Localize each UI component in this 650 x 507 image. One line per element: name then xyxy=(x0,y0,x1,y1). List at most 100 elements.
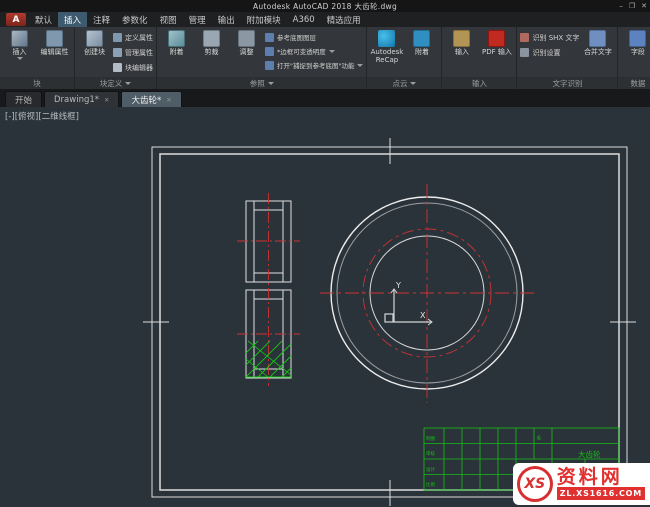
adjust-button[interactable]: 调整 xyxy=(230,29,263,56)
combine-text-button[interactable]: 合并文字 xyxy=(581,29,614,56)
pdf-import-button[interactable]: PDF 输入 xyxy=(480,29,513,56)
watermark-logo-icon: XS xyxy=(516,466,553,502)
panel-label-blockdef-text: 块定义 xyxy=(99,78,123,88)
file-tab-dachilun[interactable]: 大齿轮* ✕ xyxy=(121,91,182,107)
import-button[interactable]: 输入 xyxy=(445,29,478,56)
clip-icon xyxy=(203,30,220,47)
pdf-import-label: PDF 输入 xyxy=(482,48,512,56)
panel-label-reference-text: 参照 xyxy=(249,78,265,88)
underlay-layers-icon xyxy=(265,32,274,42)
panel-label-pointcloud-text: 点云 xyxy=(392,78,408,88)
block-editor-button[interactable]: 块编辑器 xyxy=(113,61,153,74)
window-controls: – ❐ ✕ xyxy=(619,1,647,11)
recognition-settings-button[interactable]: 识别设置 xyxy=(520,46,579,59)
minimize-button[interactable]: – xyxy=(619,1,623,11)
tab-addins[interactable]: 附加模块 xyxy=(241,12,287,27)
create-block-button[interactable]: 创建块 xyxy=(78,29,111,56)
chevron-down-icon xyxy=(16,57,23,61)
create-block-icon xyxy=(86,30,103,47)
close-icon[interactable]: ✕ xyxy=(104,96,109,104)
underlay-layers-button[interactable]: 参考底图图层 xyxy=(265,31,363,43)
file-tab-dachilun-label: 大齿轮* xyxy=(131,95,162,106)
watermark-site-url: ZL.XS1616.COM xyxy=(556,487,645,501)
panel-label-block-definition[interactable]: 块定义 xyxy=(75,77,156,89)
front-centerlines xyxy=(320,184,535,403)
viewport-controls[interactable]: [-][俯视][二维线框] xyxy=(5,110,79,122)
ribbon-panel-import: 输入 PDF 输入 输入 xyxy=(442,27,518,89)
reference-small-buttons: 参考底图图层 *边框可变透明度 打开"捕捉到参考底图"功能 xyxy=(265,29,364,71)
autodesk-recap-button[interactable]: Autodesk ReCap xyxy=(370,29,403,64)
title-block-cell: 设计 xyxy=(426,466,435,473)
ribbon-panel-reference: 附着 剪裁 调整 参考底图图层 *边框可变透明度 打开"捕捉到参考底图"功能 参… xyxy=(157,27,368,89)
tab-output[interactable]: 输出 xyxy=(212,12,241,27)
panel-block-content: 插入 编辑属性 xyxy=(0,27,74,77)
autocad-window: Autodesk AutoCAD 2018 大齿轮.dwg – ❐ ✕ A 默认… xyxy=(0,0,650,507)
tab-manage[interactable]: 管理 xyxy=(183,12,212,27)
close-icon[interactable]: ✕ xyxy=(166,96,171,104)
ribbon-panel-point-cloud: Autodesk ReCap 附着 点云 xyxy=(367,27,443,89)
panel-label-block[interactable]: 块 xyxy=(0,77,74,89)
combine-text-icon xyxy=(589,30,607,47)
adjust-icon xyxy=(238,30,255,47)
tab-default[interactable]: 默认 xyxy=(29,12,58,27)
recognize-shx-text-button[interactable]: 识别 SHX 文字 xyxy=(520,31,579,44)
close-button[interactable]: ✕ xyxy=(641,1,647,11)
edit-attribute-label: 编辑属性 xyxy=(40,48,69,56)
panel-data-content: 字段 xyxy=(618,27,650,77)
ucs-y-label: Y xyxy=(395,281,401,290)
define-attributes-button[interactable]: 定义属性 xyxy=(113,31,153,44)
edit-attribute-button[interactable]: 编辑属性 xyxy=(38,29,71,56)
panel-blockdef-content: 创建块 定义属性 管理属性 块编辑器 xyxy=(75,27,156,77)
manage-attributes-button[interactable]: 管理属性 xyxy=(113,46,153,59)
field-button[interactable]: 字段 xyxy=(621,29,650,56)
recognize-shx-text-icon xyxy=(520,33,530,42)
recognize-shx-text-label: 识别 SHX 文字 xyxy=(532,33,580,42)
tab-annotate[interactable]: 注释 xyxy=(87,12,116,27)
panel-label-import[interactable]: 输入 xyxy=(442,77,517,89)
snap-to-underlay-button[interactable]: 打开"捕捉到参考底图"功能 xyxy=(265,59,364,71)
point-cloud-attach-button[interactable]: 附着 xyxy=(405,29,438,56)
pdf-import-icon xyxy=(488,30,506,47)
recognition-settings-icon xyxy=(520,48,530,57)
model-space[interactable]: [-][俯视][二维线框] Y X 大齿轮 6 制图 审核 设计 比例 XS 资… xyxy=(0,107,650,507)
point-cloud-attach-label: 附着 xyxy=(414,48,429,56)
panel-label-data[interactable]: 数据 xyxy=(618,77,650,89)
panel-label-textrecog-text: 文字识别 xyxy=(552,78,583,88)
file-tab-drawing1-label: Drawing1* xyxy=(54,94,100,105)
manage-attributes-icon xyxy=(113,48,122,57)
import-icon xyxy=(453,30,471,47)
clip-button[interactable]: 剪裁 xyxy=(195,29,228,56)
title-block-cell: 审核 xyxy=(426,450,435,457)
insert-block-button[interactable]: 插入 xyxy=(3,29,36,61)
panel-label-reference[interactable]: 参照 xyxy=(157,77,367,89)
file-tab-bar: 开始 Drawing1* ✕ 大齿轮* ✕ xyxy=(0,89,650,107)
panel-label-text-recognition[interactable]: 文字识别 xyxy=(517,77,618,89)
title-block-cell: 制图 xyxy=(426,435,435,442)
insert-block-label: 插入 xyxy=(12,48,27,56)
title-bar: Autodesk AutoCAD 2018 大齿轮.dwg – ❐ ✕ xyxy=(0,0,650,12)
blockdef-small-buttons: 定义属性 管理属性 块编辑器 xyxy=(113,29,153,74)
define-attributes-icon xyxy=(113,33,122,42)
frame-transparency-button[interactable]: *边框可变透明度 xyxy=(265,45,363,57)
tab-parametric[interactable]: 参数化 xyxy=(116,12,154,27)
ribbon-panel-text-recognition: 识别 SHX 文字 识别设置 合并文字 文字识别 xyxy=(517,27,619,89)
maximize-button[interactable]: ❐ xyxy=(629,1,635,11)
field-icon xyxy=(629,30,647,47)
tab-a360[interactable]: A360 xyxy=(287,12,321,27)
panel-label-block-text: 块 xyxy=(33,78,41,88)
tab-view[interactable]: 视图 xyxy=(154,12,183,27)
chevron-down-icon xyxy=(125,81,132,85)
file-tab-start[interactable]: 开始 xyxy=(5,91,43,107)
insert-block-icon xyxy=(11,30,28,47)
file-tab-drawing1[interactable]: Drawing1* ✕ xyxy=(44,91,120,107)
manage-attributes-label: 管理属性 xyxy=(125,48,153,57)
autocad-logo-icon[interactable]: A xyxy=(6,13,26,26)
panel-reference-content: 附着 剪裁 调整 参考底图图层 *边框可变透明度 打开"捕捉到参考底图"功能 xyxy=(157,27,366,77)
window-title: Autodesk AutoCAD 2018 大齿轮.dwg xyxy=(252,1,398,11)
tab-featured-apps[interactable]: 精选应用 xyxy=(321,12,367,27)
ucs-x-label: X xyxy=(420,311,426,320)
panel-label-point-cloud[interactable]: 点云 xyxy=(367,77,442,89)
attach-reference-button[interactable]: 附着 xyxy=(160,29,193,56)
tab-insert[interactable]: 插入 xyxy=(58,12,88,27)
field-label: 字段 xyxy=(630,48,645,56)
